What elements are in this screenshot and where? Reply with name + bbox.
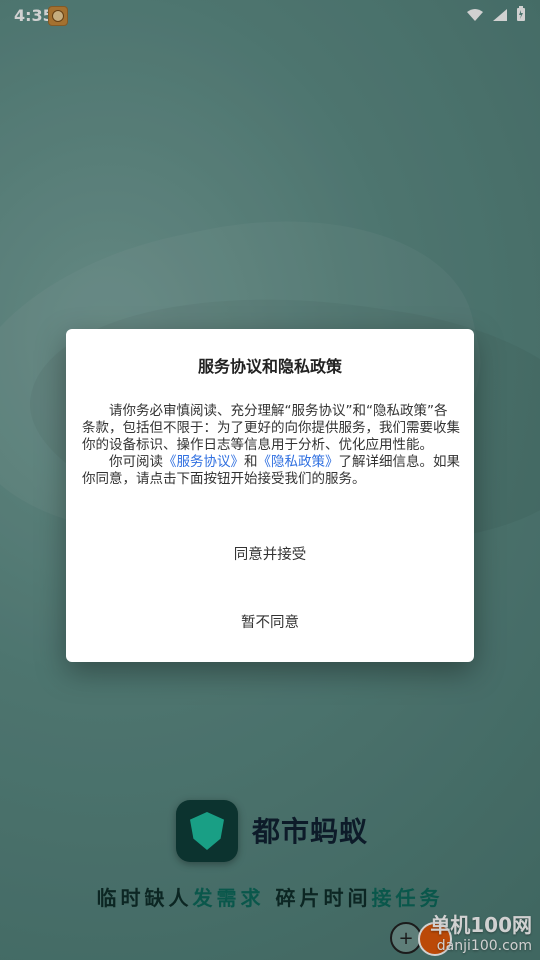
agree-button[interactable]: 同意并接受 [66,543,474,564]
dialog-paragraph: 你可阅读《服务协议》和《隐私政策》了解详细信息。如果你同意，请点击下面按钮开始接… [82,454,460,488]
text-span: 和 [244,454,258,470]
dialog-body: 请你务必审慎阅读、充分理解“服务协议”和“隐私政策”各条款，包括但不限于：为了更… [82,403,460,488]
privacy-policy-link[interactable]: 《隐私政策》 [258,454,339,470]
decline-button[interactable]: 暂不同意 [66,611,474,632]
dialog-title: 服务协议和隐私政策 [197,357,342,376]
text-span: 你可阅读 [109,454,163,470]
dialog-paragraph: 请你务必审慎阅读、充分理解“服务协议”和“隐私政策”各条款，包括但不限于：为了更… [82,403,460,453]
privacy-dialog: 服务协议和隐私政策 请你务必审慎阅读、充分理解“服务协议”和“隐私政策”各条款，… [66,329,474,662]
service-agreement-link[interactable]: 《服务协议》 [163,454,244,470]
